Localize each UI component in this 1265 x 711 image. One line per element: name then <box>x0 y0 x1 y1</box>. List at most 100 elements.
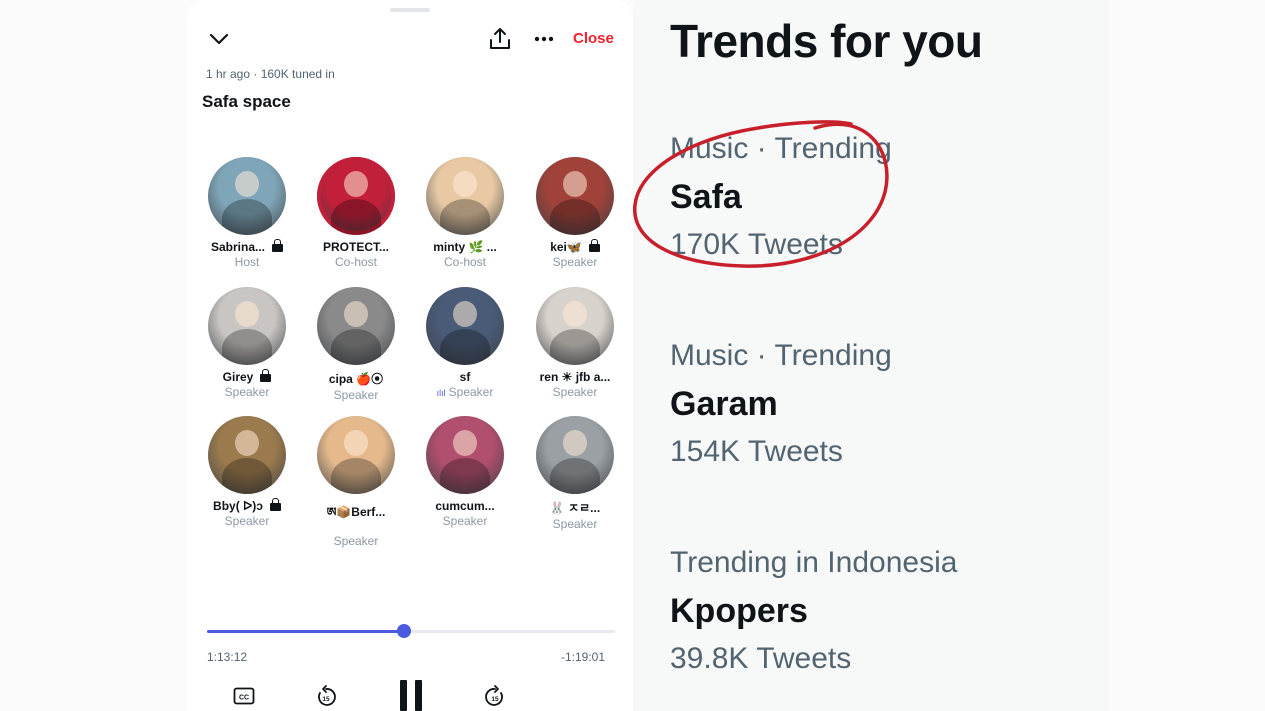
svg-text:CC: CC <box>239 695 249 702</box>
trend-name: Safa <box>670 178 742 216</box>
participant-role: Speaker <box>410 514 520 528</box>
svg-text:15: 15 <box>322 696 330 703</box>
participant-role-text: Speaker <box>224 385 270 399</box>
participant-name-text: ren ☀ jfb a... <box>539 370 611 384</box>
chevron-down-icon[interactable] <box>207 27 231 51</box>
more-icon[interactable] <box>531 26 557 52</box>
rewind-15-icon[interactable]: 15 <box>315 684 337 708</box>
participant-role: Host <box>192 255 302 269</box>
trend-context: Music · Trending <box>670 132 892 165</box>
elapsed-time: 1:13:12 <box>207 650 248 664</box>
participant-role-text: Co-host <box>443 255 487 269</box>
avatar <box>317 416 395 494</box>
trend-name: Garam <box>670 385 778 423</box>
participant-name-text: ཨ📦Berf... <box>326 505 386 519</box>
participant-name: sf <box>410 370 520 384</box>
participant-role-text: Speaker <box>552 255 598 269</box>
trend-name: Kpopers <box>670 592 808 630</box>
trend-context: Music · Trending <box>670 339 892 372</box>
forward-15-icon[interactable]: 15 <box>484 684 506 708</box>
participant-card[interactable]: cumcum... Speaker <box>410 416 520 528</box>
participant-name: PROTECT... <box>301 240 411 254</box>
participant-role-text: Co-host <box>334 255 378 269</box>
participant-name-text: PROTECT... <box>322 240 389 254</box>
trend-context: Trending in Indonesia <box>670 546 958 579</box>
participant-card[interactable]: PROTECT... Co-host <box>301 157 411 269</box>
avatar <box>317 287 395 365</box>
participant-card[interactable]: cipa 🍎⦿ Speaker <box>301 287 411 402</box>
participant-card[interactable]: kei🦋 Speaker <box>520 157 630 269</box>
lock-icon <box>260 369 272 382</box>
participant-name-text: Sabrina... <box>210 240 266 254</box>
space-panel: Close 1 hr ago · 160K tuned in Safa spac… <box>187 0 633 711</box>
participant-role: Speaker <box>520 385 630 399</box>
participant-card[interactable]: minty 🌿 ... Co-host <box>410 157 520 269</box>
trend-item[interactable]: Trending in Indonesia Kpopers 39.8K Twee… <box>670 545 957 677</box>
participant-name: ren ☀ jfb a... <box>520 370 630 384</box>
participant-name-text: sf <box>459 370 471 384</box>
participant-role: Speaker <box>192 385 302 399</box>
trend-count: 39.8K Tweets <box>670 642 852 675</box>
space-title: Safa space <box>202 92 291 111</box>
participant-name-text: 🐰 ㅈㄹ... <box>549 501 601 515</box>
lock-icon <box>269 498 281 511</box>
share-icon[interactable] <box>487 26 513 52</box>
avatar <box>426 287 504 365</box>
participant-name: Girey <box>192 369 302 384</box>
speaking-indicator-icon: ılıl <box>436 388 446 398</box>
participant-name-text: cumcum... <box>435 499 495 513</box>
avatar <box>317 157 395 235</box>
participant-name-text: cipa 🍎⦿ <box>328 372 384 386</box>
participant-role-text: Speaker <box>224 514 270 528</box>
lock-icon <box>588 239 600 252</box>
participant-name: minty 🌿 ... <box>410 240 520 254</box>
participant-name-text: minty 🌿 ... <box>433 240 497 254</box>
participant-name: Sabrina... <box>192 239 302 254</box>
participant-name: cumcum... <box>410 499 520 513</box>
participant-card[interactable]: sf ılıl Speaker <box>410 287 520 399</box>
participant-name: Bby( ᐅ)ↄ <box>192 498 302 513</box>
avatar <box>536 287 614 365</box>
participant-name-text: kei🦋 <box>550 240 582 254</box>
participant-role: Speaker <box>192 514 302 528</box>
avatar <box>536 157 614 235</box>
participant-role: Co-host <box>301 255 411 269</box>
pause-icon[interactable] <box>399 680 423 711</box>
progress-thumb[interactable] <box>396 624 411 638</box>
participant-role-text: Speaker <box>442 514 488 528</box>
participant-card[interactable]: ren ☀ jfb a... Speaker <box>520 287 630 399</box>
trend-item[interactable]: Music · Trending Safa 170K Tweets <box>670 131 892 263</box>
participant-role: Speaker <box>520 517 630 531</box>
participant-card[interactable]: Bby( ᐅ)ↄ Speaker <box>192 416 302 528</box>
participant-role-text: Speaker <box>333 388 379 402</box>
participant-role: Speaker <box>301 534 411 548</box>
captions-icon[interactable]: CC <box>233 687 255 705</box>
trends-title: Trends for you <box>670 15 983 67</box>
trend-count: 170K Tweets <box>670 228 843 261</box>
sheet-grabber[interactable] <box>390 8 430 12</box>
participant-card[interactable]: Sabrina... Host <box>192 157 302 269</box>
avatar <box>208 157 286 235</box>
participant-name: cipa 🍎⦿ <box>301 370 411 387</box>
playback-progress[interactable] <box>207 624 615 638</box>
svg-text:15: 15 <box>491 696 499 703</box>
close-button[interactable]: Close <box>573 30 614 47</box>
participant-name: 🐰 ㅈㄹ... <box>520 499 630 516</box>
participant-name-text: Girey <box>222 370 254 384</box>
avatar <box>426 416 504 494</box>
participant-card[interactable]: Girey Speaker <box>192 287 302 399</box>
avatar <box>208 416 286 494</box>
trend-count: 154K Tweets <box>670 435 843 468</box>
remaining-time: -1:19:01 <box>561 650 606 664</box>
participant-role: ılıl Speaker <box>410 385 520 399</box>
participant-role-text: Speaker <box>333 534 379 548</box>
participant-role-text: Speaker <box>552 385 598 399</box>
progress-fill <box>207 630 404 633</box>
participant-card[interactable]: 🐰 ㅈㄹ... Speaker <box>520 416 630 531</box>
participant-role-text: Speaker <box>552 517 598 531</box>
space-meta: 1 hr ago · 160K tuned in <box>206 67 335 81</box>
participant-role: Speaker <box>301 388 411 402</box>
avatar <box>208 287 286 365</box>
participant-card[interactable]: ཨ📦Berf... Speaker <box>301 416 411 548</box>
trend-item[interactable]: Music · Trending Garam 154K Tweets <box>670 338 892 470</box>
